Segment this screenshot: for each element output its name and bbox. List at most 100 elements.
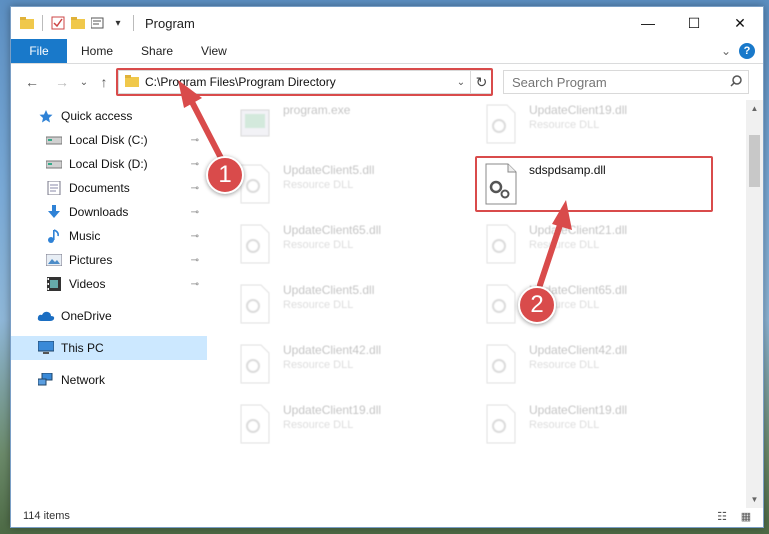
minimize-button[interactable]: — xyxy=(625,7,671,39)
window-title: Program xyxy=(145,15,195,31)
videos-icon xyxy=(45,276,63,292)
file-type: Resource DLL xyxy=(283,179,354,191)
file-name: program.exe xyxy=(283,103,351,117)
file-name: UpdateClient19.dll xyxy=(529,403,628,417)
scroll-up-icon[interactable]: ▲ xyxy=(746,100,763,117)
view-buttons: ☷ ▦ xyxy=(713,508,755,524)
drive-icon xyxy=(45,132,63,148)
search-box[interactable] xyxy=(503,70,749,94)
sidebar-item-downloads[interactable]: Downloads ⊸ xyxy=(11,200,207,224)
file-type: Resource DLL xyxy=(529,119,600,131)
back-button[interactable]: ← xyxy=(21,71,43,93)
tab-view[interactable]: View xyxy=(187,39,241,63)
toolbar-separator xyxy=(42,15,43,31)
search-input[interactable] xyxy=(512,74,724,90)
large-icons-view-icon[interactable]: ▦ xyxy=(737,508,755,524)
sidebar-item-videos[interactable]: Videos ⊸ xyxy=(11,272,207,296)
dll-file-icon xyxy=(479,280,523,328)
cloud-icon xyxy=(37,308,55,324)
sidebar-item-label: Videos xyxy=(69,277,106,291)
help-icon[interactable]: ? xyxy=(739,43,755,59)
tab-file[interactable]: File xyxy=(11,39,67,63)
customize-qat-icon[interactable]: ▾ xyxy=(110,15,126,31)
music-icon xyxy=(45,228,63,244)
file-highlight-box xyxy=(475,156,713,212)
sidebar-item-onedrive[interactable]: OneDrive xyxy=(11,304,207,328)
vertical-scrollbar[interactable]: ▲ ▼ xyxy=(746,100,763,508)
step-badge-1: 1 xyxy=(206,156,244,194)
sidebar-item-label: Downloads xyxy=(69,205,129,219)
pin-icon[interactable]: ⊸ xyxy=(191,183,199,194)
new-folder-icon[interactable] xyxy=(70,15,86,31)
pictures-icon xyxy=(45,252,63,268)
navigation-pane: Quick access Local Disk (C:) ⊸ Local Dis… xyxy=(11,100,207,508)
dll-file-icon xyxy=(479,400,523,448)
sidebar-item-label: Pictures xyxy=(69,253,113,267)
properties-icon[interactable] xyxy=(50,15,66,31)
dll-file-icon xyxy=(233,220,277,268)
up-button[interactable]: ↑ xyxy=(93,71,115,93)
sidebar-item-local-disk-d[interactable]: Local Disk (D:) ⊸ xyxy=(11,152,207,176)
pin-icon[interactable]: ⊸ xyxy=(191,279,199,290)
sidebar-item-pictures[interactable]: Pictures ⊸ xyxy=(11,248,207,272)
sidebar-item-documents[interactable]: Documents ⊸ xyxy=(11,176,207,200)
ribbon-tabs: File Home Share View ⌄ ? xyxy=(11,39,763,64)
file-name: UpdateClient21.dll xyxy=(529,223,628,237)
network-icon xyxy=(37,372,55,388)
scrollbar-thumb[interactable] xyxy=(749,135,760,187)
file-type: Resource DLL xyxy=(283,359,354,371)
forward-button[interactable]: → xyxy=(51,71,73,93)
maximize-button[interactable]: ☐ xyxy=(671,7,717,39)
file-item[interactable]: UpdateClient5.dll Resource DLL xyxy=(233,160,469,216)
rename-icon[interactable] xyxy=(90,15,106,31)
file-type: Resource DLL xyxy=(529,419,600,431)
file-item[interactable]: UpdateClient19.dll Resource DLL xyxy=(479,100,715,156)
details-view-icon[interactable]: ☷ xyxy=(713,508,731,524)
item-count: 114 items xyxy=(23,510,70,522)
sidebar-item-music[interactable]: Music ⊸ xyxy=(11,224,207,248)
folder-icon xyxy=(19,15,35,31)
dll-file-icon xyxy=(233,400,277,448)
exe-icon xyxy=(233,100,277,148)
sidebar-item-this-pc[interactable]: This PC xyxy=(11,336,207,360)
pin-icon[interactable]: ⊸ xyxy=(191,135,199,146)
file-item[interactable]: UpdateClient65.dll Resource DLL xyxy=(233,220,469,276)
file-item[interactable]: program.exe xyxy=(233,100,469,156)
sidebar-item-quick-access[interactable]: Quick access xyxy=(11,104,207,128)
file-item[interactable]: UpdateClient19.dll Resource DLL xyxy=(233,400,469,456)
sidebar-item-label: Quick access xyxy=(61,109,133,123)
downloads-icon xyxy=(45,204,63,220)
file-item[interactable]: UpdateClient42.dll Resource DLL xyxy=(479,340,715,396)
dll-file-icon xyxy=(479,340,523,388)
recent-locations-button[interactable]: ⌄ xyxy=(73,71,95,93)
sidebar-item-network[interactable]: Network xyxy=(11,368,207,392)
pin-icon[interactable]: ⊸ xyxy=(191,231,199,242)
dll-file-icon xyxy=(479,100,523,148)
documents-icon xyxy=(45,180,63,196)
expand-ribbon-icon[interactable]: ⌄ xyxy=(721,44,731,58)
file-type: Resource DLL xyxy=(529,239,600,251)
sidebar-item-label: Documents xyxy=(69,181,130,195)
search-icon[interactable] xyxy=(724,74,748,90)
computer-icon xyxy=(37,340,55,356)
file-item[interactable]: UpdateClient5.dll Resource DLL xyxy=(233,280,469,336)
file-item[interactable]: UpdateClient65.dll Resource DLL xyxy=(479,280,715,336)
main-body: Quick access Local Disk (C:) ⊸ Local Dis… xyxy=(11,100,763,508)
sidebar-item-label: Local Disk (D:) xyxy=(69,157,148,171)
file-item[interactable]: UpdateClient19.dll Resource DLL xyxy=(479,400,715,456)
tab-share[interactable]: Share xyxy=(127,39,187,63)
file-type: Resource DLL xyxy=(283,299,354,311)
file-item[interactable]: UpdateClient42.dll Resource DLL xyxy=(233,340,469,396)
step-badge-2: 2 xyxy=(518,286,556,324)
pin-icon[interactable]: ⊸ xyxy=(191,255,199,266)
pin-icon[interactable]: ⊸ xyxy=(191,207,199,218)
file-list: program.exe UpdateClient5.dll Resource D… xyxy=(207,100,763,508)
tab-home[interactable]: Home xyxy=(67,39,127,63)
close-button[interactable]: ✕ xyxy=(717,7,763,39)
file-item[interactable]: UpdateClient21.dll Resource DLL xyxy=(479,220,715,276)
sidebar-item-local-disk-c[interactable]: Local Disk (C:) ⊸ xyxy=(11,128,207,152)
pin-icon[interactable]: ⊸ xyxy=(191,159,199,170)
sidebar-item-label: Music xyxy=(69,229,101,243)
file-name: UpdateClient42.dll xyxy=(283,343,382,357)
